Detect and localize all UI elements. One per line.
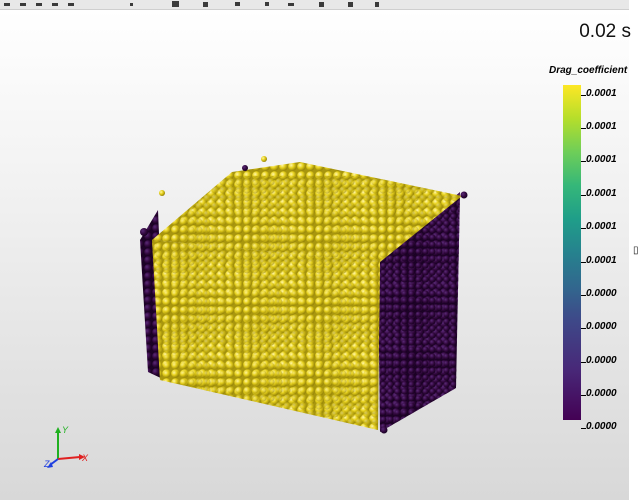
stray-particle	[140, 228, 148, 236]
toolbar-button[interactable]	[126, 0, 136, 8]
toolbar-button[interactable]	[232, 0, 242, 8]
colorbar-label: 0.0000	[586, 288, 617, 299]
stray-particle	[460, 191, 468, 199]
toolbar	[0, 0, 639, 10]
colorbar	[563, 85, 581, 420]
toolbar-button[interactable]	[50, 0, 60, 8]
toolbar-button[interactable]	[2, 0, 12, 8]
colorbar-label: 0.0001	[586, 121, 617, 132]
stray-particle	[159, 190, 165, 196]
z-axis-label: Z	[43, 459, 50, 469]
toolbar-button[interactable]	[345, 0, 355, 8]
splitter-icon[interactable]: ▯	[633, 244, 639, 258]
paraview-window: ▯ 0.02 s Drag_coefficient 0.0001 0.0001 …	[0, 0, 639, 500]
time-annotation: 0.02 s	[579, 21, 631, 42]
x-axis-line	[57, 456, 81, 460]
toolbar-button[interactable]	[66, 0, 76, 8]
colorbar-label: 0.0000	[586, 355, 617, 366]
colorbar-label: 0.0001	[586, 154, 617, 165]
toolbar-button[interactable]	[170, 0, 180, 8]
colorbar-label: 0.0000	[586, 421, 617, 432]
colorbar-label: 0.0001	[586, 88, 617, 99]
toolbar-button[interactable]	[372, 0, 382, 8]
colorbar-label: 0.0000	[586, 321, 617, 332]
x-axis-label: X	[81, 453, 89, 463]
stray-particle	[261, 156, 267, 162]
colorbar-label: 0.0001	[586, 221, 617, 232]
toolbar-button[interactable]	[316, 0, 326, 8]
stray-particle	[242, 165, 248, 171]
toolbar-button[interactable]	[18, 0, 28, 8]
y-axis-label: Y	[62, 425, 69, 435]
toolbar-button[interactable]	[200, 0, 210, 8]
colorbar-label: 0.0001	[586, 255, 617, 266]
toolbar-button[interactable]	[262, 0, 272, 8]
colorbar-label: 0.0000	[586, 388, 617, 399]
colorbar-label: 0.0001	[586, 188, 617, 199]
orientation-axes: Y X Z	[43, 425, 89, 469]
stray-particle	[380, 426, 388, 434]
colorbar-title: Drag_coefficient	[549, 65, 628, 76]
toolbar-button[interactable]	[286, 0, 296, 8]
toolbar-button[interactable]	[34, 0, 44, 8]
y-axis-arrow	[55, 427, 61, 433]
